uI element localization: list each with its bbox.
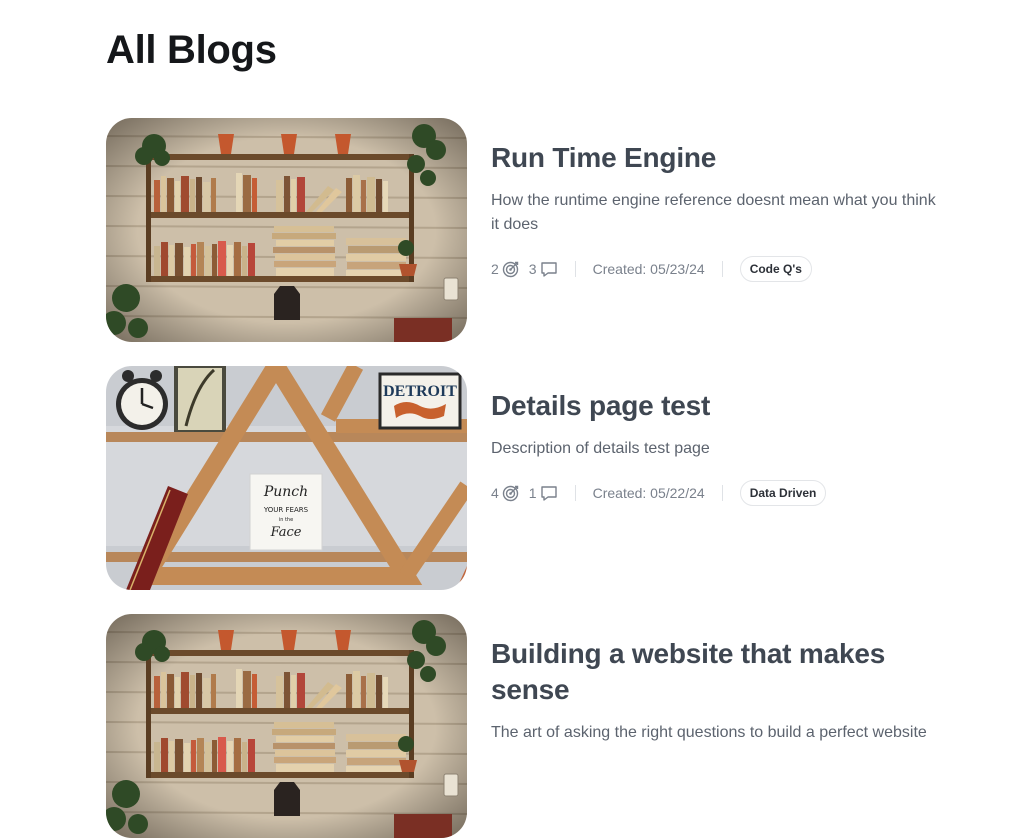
blog-list-page: All Blogs Run Time Engine How the runtim… <box>0 0 1017 796</box>
category-tag[interactable]: Data Driven <box>739 480 827 506</box>
poster-text-line-2: YOUR FEARS <box>263 506 309 514</box>
blog-card-title[interactable]: Details page test <box>491 388 936 424</box>
blog-card-meta: 4 1 Created: 05/22/24 Data Driven <box>491 480 936 506</box>
created-date: Created: 05/22/24 <box>592 485 705 501</box>
target-icon <box>502 261 518 278</box>
target-icon <box>502 485 518 502</box>
comment-count[interactable]: 1 <box>529 484 558 502</box>
category-tag[interactable]: Code Q's <box>739 256 812 282</box>
blog-card: Building a website that makes sense The … <box>106 614 936 838</box>
poster-text-line-4: Face <box>270 525 302 540</box>
blog-card-image[interactable]: DETROIT Punch YOUR FEARS in the Face <box>106 366 467 590</box>
poster-sign-text: DETROIT <box>383 383 457 400</box>
bookshelf-wall-photo <box>106 118 467 342</box>
meta-divider <box>574 485 576 501</box>
comment-count[interactable]: 3 <box>529 260 558 278</box>
blog-card-title[interactable]: Building a website that makes sense <box>491 636 936 708</box>
blog-card-image[interactable] <box>106 118 467 342</box>
comment-icon <box>540 486 557 501</box>
meta-divider <box>721 261 723 277</box>
blog-card-description: Description of details test page <box>491 440 710 457</box>
poster-text-line-3: in the <box>279 517 293 523</box>
blog-card-body: Building a website that makes sense The … <box>491 636 936 745</box>
meta-divider <box>574 261 576 277</box>
blog-card: Run Time Engine How the runtime engine r… <box>106 118 936 342</box>
triangle-shelf-photo: DETROIT Punch YOUR FEARS in the Face <box>106 366 467 590</box>
blog-card-image[interactable] <box>106 614 467 838</box>
blog-card-title[interactable]: Run Time Engine <box>491 140 936 176</box>
comment-count-value: 1 <box>528 485 537 501</box>
goal-count-value: 2 <box>491 261 499 277</box>
goal-count[interactable]: 2 <box>491 260 520 278</box>
bookshelf-wall-photo <box>106 614 467 838</box>
blog-card-body: Run Time Engine How the runtime engine r… <box>491 140 936 282</box>
blog-card: DETROIT Punch YOUR FEARS in the Face Det… <box>106 366 936 590</box>
goal-count-value: 4 <box>491 485 499 501</box>
blog-card-description: How the runtime engine reference doesnt … <box>491 192 936 233</box>
created-date: Created: 05/23/24 <box>592 261 705 277</box>
meta-divider <box>721 485 723 501</box>
comment-icon <box>540 262 557 277</box>
blog-card-meta: 2 3 Created: 05/23/24 Code Q's <box>491 256 936 282</box>
blog-card-body: Details page test Description of details… <box>491 388 936 506</box>
page-title: All Blogs <box>106 28 277 72</box>
poster-text-line-1: Punch <box>263 484 308 500</box>
goal-count[interactable]: 4 <box>491 484 520 502</box>
comment-count-value: 3 <box>528 261 537 277</box>
blog-card-description: The art of asking the right questions to… <box>491 724 927 741</box>
